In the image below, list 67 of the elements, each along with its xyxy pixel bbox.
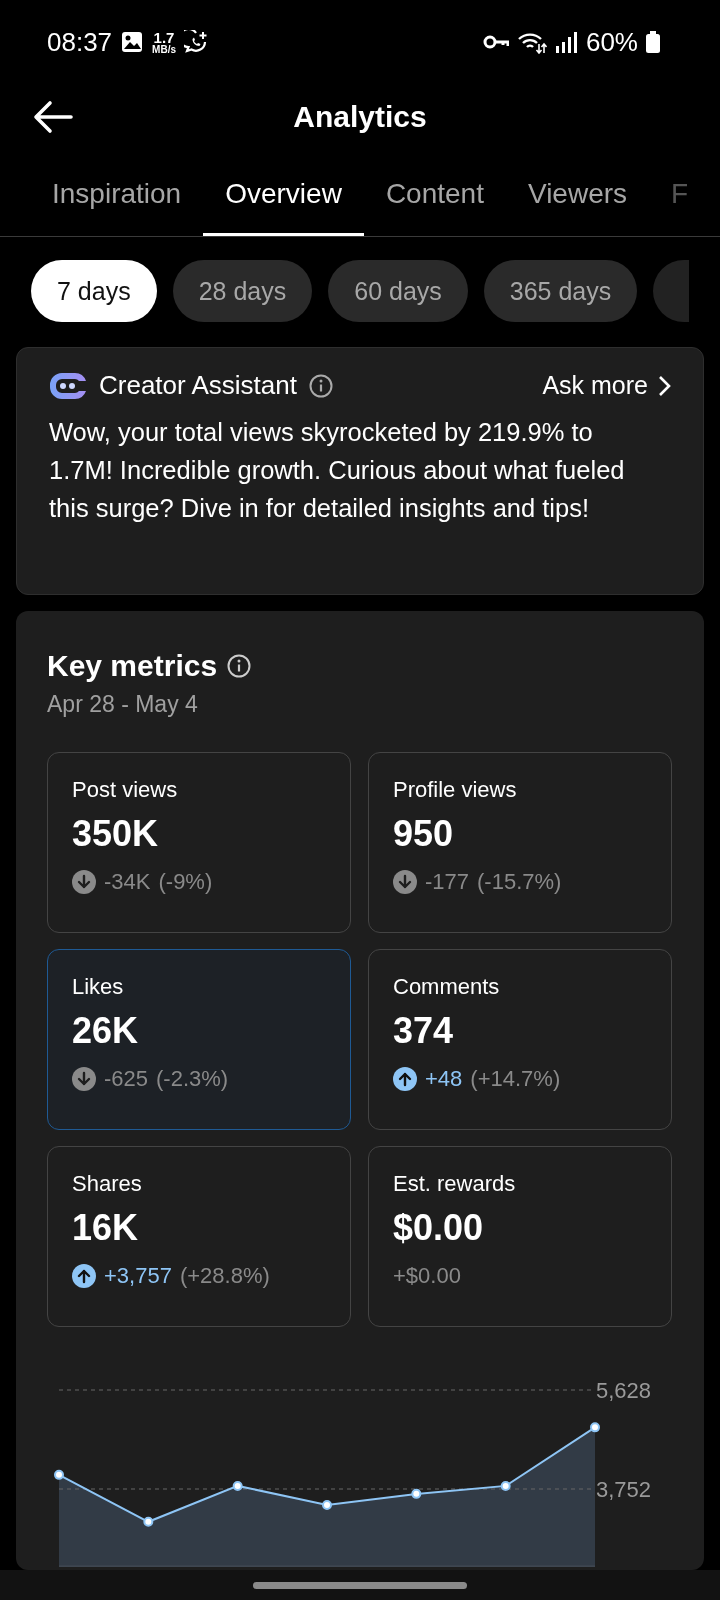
range-chip[interactable]: 7 days bbox=[31, 260, 157, 322]
battery-icon bbox=[646, 31, 660, 53]
data-point bbox=[322, 1499, 332, 1510]
metric-change-percent: (+28.8%) bbox=[179, 1263, 270, 1289]
metric-value: 26K bbox=[72, 1010, 140, 1052]
metric-value: 350K bbox=[72, 813, 160, 855]
metric-change: +$0.00 bbox=[393, 1263, 461, 1289]
data-point bbox=[411, 1488, 422, 1499]
metric-label: Comments bbox=[393, 974, 501, 1000]
axis-label: 3,752 bbox=[595, 1477, 651, 1502]
metric-value: 950 bbox=[393, 813, 455, 855]
ask-more-link[interactable]: Ask more bbox=[542, 371, 671, 400]
metric-label: Post views bbox=[72, 777, 179, 803]
metric-change: -34K bbox=[104, 869, 151, 895]
tab[interactable]: Content bbox=[363, 150, 506, 236]
chat-app-icon bbox=[184, 30, 208, 54]
page-title: Analytics bbox=[293, 100, 427, 134]
assistant-message: Wow, your total views skyrocketed by 219.9% to 1.7M! Incredible growth. Curious about what fueled this surge? Dive in for detailed insights and tips! bbox=[49, 417, 626, 524]
metric-change-percent: (-15.7%) bbox=[477, 869, 562, 895]
info-icon[interactable] bbox=[227, 654, 252, 678]
range-chip[interactable]: 28 days bbox=[172, 260, 313, 322]
range-chip[interactable]: 365 days bbox=[483, 260, 638, 322]
data-point bbox=[232, 1480, 243, 1491]
data-point bbox=[143, 1516, 154, 1527]
back-arrow-icon[interactable] bbox=[33, 98, 75, 136]
tab[interactable]: Overview bbox=[203, 150, 364, 236]
date-range: Apr 28 - May 4 bbox=[47, 691, 199, 718]
metric-value: 374 bbox=[393, 1010, 455, 1052]
metric-label: Profile views bbox=[393, 777, 518, 803]
data-point bbox=[500, 1480, 511, 1491]
info-icon[interactable] bbox=[309, 373, 333, 398]
chevron-right-icon bbox=[658, 374, 671, 397]
metric-value: 16K bbox=[72, 1207, 140, 1249]
metric-tile[interactable]: Post views 350K -34K (-9%) bbox=[47, 752, 351, 933]
metric-change: +48 bbox=[425, 1066, 463, 1092]
metric-label: Est. rewards bbox=[393, 1171, 517, 1197]
metric-change-percent: (-9%) bbox=[158, 869, 213, 895]
clock-time: 08:37 bbox=[47, 26, 113, 58]
axis-label: 5,628 bbox=[595, 1378, 651, 1403]
tab[interactable]: Viewers bbox=[505, 150, 650, 236]
metric-change-percent: (+14.7%) bbox=[470, 1066, 561, 1092]
speed-unit: MB/s bbox=[152, 44, 176, 55]
metric-tile[interactable]: Shares 16K +3,757 (+28.8%) bbox=[47, 1146, 351, 1327]
metric-tile[interactable]: Profile views 950 -177 (-15.7%) bbox=[368, 752, 672, 933]
metric-value: $0.00 bbox=[393, 1207, 485, 1249]
data-point bbox=[590, 1422, 600, 1433]
battery-level: 60% bbox=[585, 26, 638, 58]
network-speed: 1.7 bbox=[153, 29, 175, 45]
metric-change: +3,757 bbox=[104, 1263, 172, 1289]
metric-label: Likes bbox=[72, 974, 125, 1000]
metric-tile[interactable]: Est. rewards $0.00 +$0.00 bbox=[368, 1146, 672, 1327]
metric-change: -625 bbox=[104, 1066, 149, 1092]
metric-tile[interactable]: Likes 26K -625 (-2.3%) bbox=[47, 949, 351, 1130]
wifi-icon bbox=[516, 30, 547, 54]
assistant-title: Creator Assistant bbox=[99, 370, 297, 401]
assistant-logo-icon bbox=[49, 370, 87, 401]
metric-tile[interactable]: Comments 374 +48 (+14.7%) bbox=[368, 949, 672, 1130]
metric-label: Shares bbox=[72, 1171, 143, 1197]
range-chip[interactable]: 60 days bbox=[328, 260, 468, 322]
signal-icon bbox=[554, 30, 578, 54]
data-point bbox=[54, 1469, 64, 1480]
image-icon bbox=[120, 30, 145, 54]
tab[interactable]: Inspiration bbox=[30, 150, 204, 236]
metric-change: -177 bbox=[425, 869, 470, 895]
home-indicator[interactable] bbox=[253, 1581, 467, 1589]
metric-change-percent: (-2.3%) bbox=[156, 1066, 229, 1092]
section-title: Key metrics bbox=[47, 649, 218, 683]
